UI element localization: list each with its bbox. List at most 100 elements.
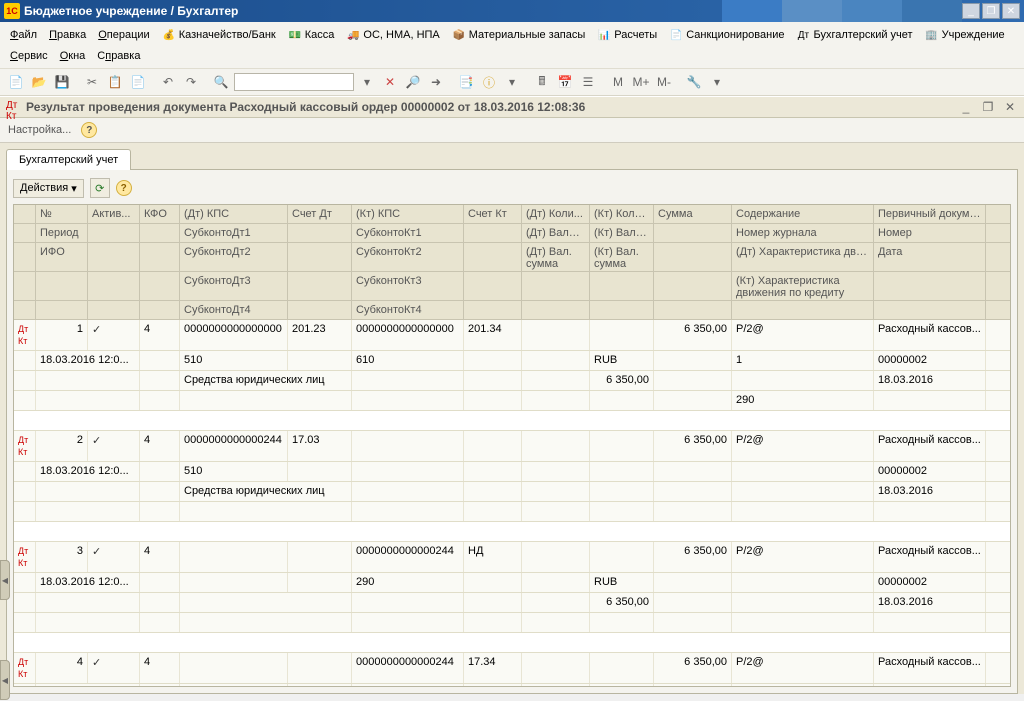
cell[interactable] — [654, 391, 732, 410]
cell[interactable]: Средства юридических лиц — [180, 371, 352, 390]
cell[interactable] — [36, 613, 140, 632]
cell[interactable] — [36, 502, 140, 521]
cell[interactable]: Средства юридических лиц — [180, 482, 352, 501]
cell[interactable] — [180, 391, 352, 410]
col-header[interactable] — [288, 272, 352, 300]
cell[interactable] — [14, 351, 36, 370]
cell[interactable] — [140, 573, 180, 592]
cell[interactable] — [522, 653, 590, 683]
cell[interactable] — [14, 371, 36, 390]
cell[interactable] — [288, 573, 352, 592]
cell[interactable] — [654, 593, 732, 612]
col-header[interactable]: (Кт) Характеристика движения по кредиту — [732, 272, 874, 300]
cell[interactable] — [36, 371, 140, 390]
cell[interactable]: 0000000000000244 — [352, 653, 464, 683]
cell[interactable] — [874, 613, 986, 632]
cell[interactable] — [36, 482, 140, 501]
table-row[interactable]: ДтКт1✓40000000000000000201.2300000000000… — [14, 320, 1010, 351]
cell[interactable]: Расходный кассов... — [874, 542, 986, 572]
cell[interactable]: 1 — [732, 351, 874, 370]
col-header[interactable] — [654, 301, 732, 319]
cell[interactable]: 610 — [352, 684, 464, 687]
search-input[interactable] — [234, 73, 354, 91]
cell[interactable]: 510 — [180, 462, 288, 481]
menu-сервис[interactable]: Сервис — [4, 48, 54, 64]
cell[interactable]: 18.03.2016 12:0... — [36, 573, 140, 592]
col-header[interactable] — [464, 224, 522, 242]
cell[interactable] — [732, 613, 874, 632]
cell[interactable] — [464, 371, 522, 390]
table-row[interactable] — [14, 613, 1010, 633]
col-header[interactable] — [140, 301, 180, 319]
cell[interactable] — [352, 613, 464, 632]
save-button[interactable]: 💾 — [52, 72, 72, 92]
col-header[interactable] — [36, 272, 88, 300]
table-row[interactable]: ДтКт2✓4000000000000024417.036 350,00Р/2@… — [14, 431, 1010, 462]
cell[interactable] — [180, 613, 352, 632]
menu-учреждение[interactable]: 🏢Учреждение — [919, 26, 1011, 44]
menu-справка[interactable]: Справка — [91, 48, 146, 64]
col-header[interactable] — [140, 272, 180, 300]
actions-button[interactable]: Действия ▾ — [13, 179, 84, 198]
menu-расчеты[interactable]: 📊Расчеты — [591, 26, 663, 44]
cell[interactable]: Расходный кассов... — [874, 653, 986, 683]
menu-окна[interactable]: Окна — [54, 48, 92, 64]
col-header[interactable]: Счет Дт — [288, 205, 352, 223]
cell[interactable] — [14, 502, 36, 521]
cell[interactable] — [464, 502, 522, 521]
cell[interactable] — [14, 684, 36, 687]
cell[interactable]: 201.34 — [464, 320, 522, 350]
cell[interactable]: 17.34 — [464, 653, 522, 683]
cell[interactable]: 1 — [36, 320, 88, 350]
cell[interactable] — [590, 320, 654, 350]
cell[interactable]: 290 — [352, 573, 464, 592]
search-button[interactable]: 🔍 — [211, 72, 231, 92]
col-header[interactable] — [464, 243, 522, 271]
col-header[interactable]: Дата — [874, 243, 986, 271]
cell[interactable] — [140, 462, 180, 481]
calc-button[interactable]: 🖩 — [532, 72, 552, 92]
cell[interactable]: 610 — [352, 351, 464, 370]
cell[interactable] — [464, 613, 522, 632]
col-header[interactable] — [522, 301, 590, 319]
col-header[interactable]: СубконтоДт3 — [180, 272, 288, 300]
clear-button[interactable]: ✕ — [380, 72, 400, 92]
cell[interactable] — [140, 351, 180, 370]
cell[interactable] — [180, 593, 352, 612]
col-header[interactable] — [140, 243, 180, 271]
cell[interactable] — [140, 371, 180, 390]
cell[interactable]: ✓ — [88, 431, 140, 461]
cell[interactable] — [180, 502, 352, 521]
col-header[interactable] — [654, 272, 732, 300]
paste-button[interactable]: 📄 — [128, 72, 148, 92]
cell[interactable] — [590, 391, 654, 410]
new-button[interactable]: 📄 — [6, 72, 26, 92]
col-header[interactable]: Номер журнала — [732, 224, 874, 242]
cell[interactable]: 2 — [36, 431, 88, 461]
cell[interactable] — [180, 542, 288, 572]
col-header[interactable] — [140, 224, 180, 242]
col-header[interactable]: СубконтоДт1 — [180, 224, 288, 242]
menu-бухгалтерский-учет[interactable]: ДтБухгалтерский учет — [790, 26, 918, 44]
cell[interactable] — [522, 391, 590, 410]
cell[interactable] — [522, 502, 590, 521]
table-row[interactable]: 18.03.2016 12:0...290RUB00000002 — [14, 573, 1010, 593]
open-button[interactable]: 📂 — [29, 72, 49, 92]
col-header[interactable] — [732, 301, 874, 319]
cell[interactable] — [590, 462, 654, 481]
cell[interactable]: 0000000000000244 — [352, 542, 464, 572]
col-header[interactable] — [522, 272, 590, 300]
cell[interactable] — [464, 482, 522, 501]
cell[interactable] — [288, 542, 352, 572]
redo-button[interactable]: ↷ — [181, 72, 201, 92]
col-header[interactable]: СубконтоДт2 — [180, 243, 288, 271]
cell[interactable] — [352, 482, 464, 501]
col-header[interactable] — [288, 243, 352, 271]
doc-close-button[interactable]: ✕ — [1002, 100, 1018, 114]
copy2-button[interactable]: 📑 — [456, 72, 476, 92]
cell[interactable] — [352, 371, 464, 390]
cell[interactable]: 3 — [36, 542, 88, 572]
col-header[interactable]: Период — [36, 224, 88, 242]
col-header[interactable] — [36, 301, 88, 319]
table-row[interactable]: 18.03.2016 12:0...51000000002 — [14, 462, 1010, 482]
